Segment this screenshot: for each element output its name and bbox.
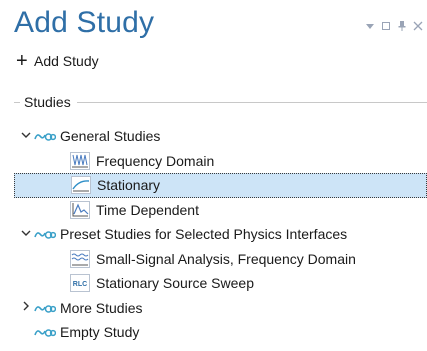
study-tree: General Studies Frequency Domain Station…: [0, 124, 427, 345]
tree-item-label: Frequency Domain: [96, 152, 215, 169]
tree-item-small-signal-analysis[interactable]: Small-Signal Analysis, Frequency Domain: [0, 247, 427, 272]
study-group-icon: [34, 326, 57, 338]
frequency-domain-icon: [70, 151, 90, 170]
window-controls: [365, 20, 423, 32]
tree-group-general-studies[interactable]: General Studies: [0, 124, 427, 149]
tree-item-label: Small-Signal Analysis, Frequency Domain: [96, 250, 356, 267]
add-study-label: Add Study: [34, 53, 99, 69]
rlc-sweep-icon: RLC: [70, 274, 90, 293]
close-icon[interactable]: [413, 20, 423, 32]
pin-icon[interactable]: [397, 20, 407, 32]
stationary-icon: [71, 176, 91, 195]
tree-item-label: Stationary Source Sweep: [96, 275, 254, 292]
panel-title: Add Study: [14, 6, 155, 39]
tree-group-more-studies[interactable]: More Studies: [0, 296, 427, 321]
plus-icon: +: [16, 50, 28, 72]
svg-text:RLC: RLC: [73, 281, 87, 288]
tree-item-stationary[interactable]: Stationary: [14, 173, 427, 198]
tree-item-stationary-source-sweep[interactable]: RLC Stationary Source Sweep: [0, 271, 427, 296]
add-study-button[interactable]: + Add Study: [16, 50, 99, 72]
small-signal-icon: [70, 249, 90, 268]
tree-group-label: More Studies: [60, 299, 143, 316]
chevron-down-icon[interactable]: [20, 229, 32, 240]
divider: [76, 101, 427, 103]
tree-item-time-dependent[interactable]: Time Dependent: [0, 198, 427, 223]
studies-section-label: Studies: [24, 94, 71, 110]
chevron-right-icon[interactable]: [20, 301, 32, 314]
chevron-down-icon[interactable]: [20, 131, 32, 142]
study-group-icon: [34, 130, 57, 142]
tree-item-label: Stationary: [97, 177, 161, 194]
time-dependent-icon: [70, 200, 90, 219]
tree-group-preset-studies[interactable]: Preset Studies for Selected Physics Inte…: [0, 222, 427, 247]
dropdown-icon[interactable]: [365, 20, 375, 32]
study-group-icon: [34, 228, 57, 240]
tree-group-label: General Studies: [60, 128, 161, 145]
tree-item-label: Time Dependent: [96, 201, 199, 218]
divider: [14, 101, 20, 103]
tree-group-label: Preset Studies for Selected Physics Inte…: [60, 226, 348, 243]
restore-icon[interactable]: [381, 20, 391, 32]
study-group-icon: [34, 302, 57, 314]
tree-group-empty-study[interactable]: Empty Study: [0, 320, 427, 345]
studies-section-header: Studies: [14, 94, 427, 110]
add-study-panel: Add Study + Add Study Studies General St…: [0, 0, 427, 351]
tree-item-frequency-domain[interactable]: Frequency Domain: [0, 149, 427, 174]
tree-group-label: Empty Study: [60, 324, 140, 341]
